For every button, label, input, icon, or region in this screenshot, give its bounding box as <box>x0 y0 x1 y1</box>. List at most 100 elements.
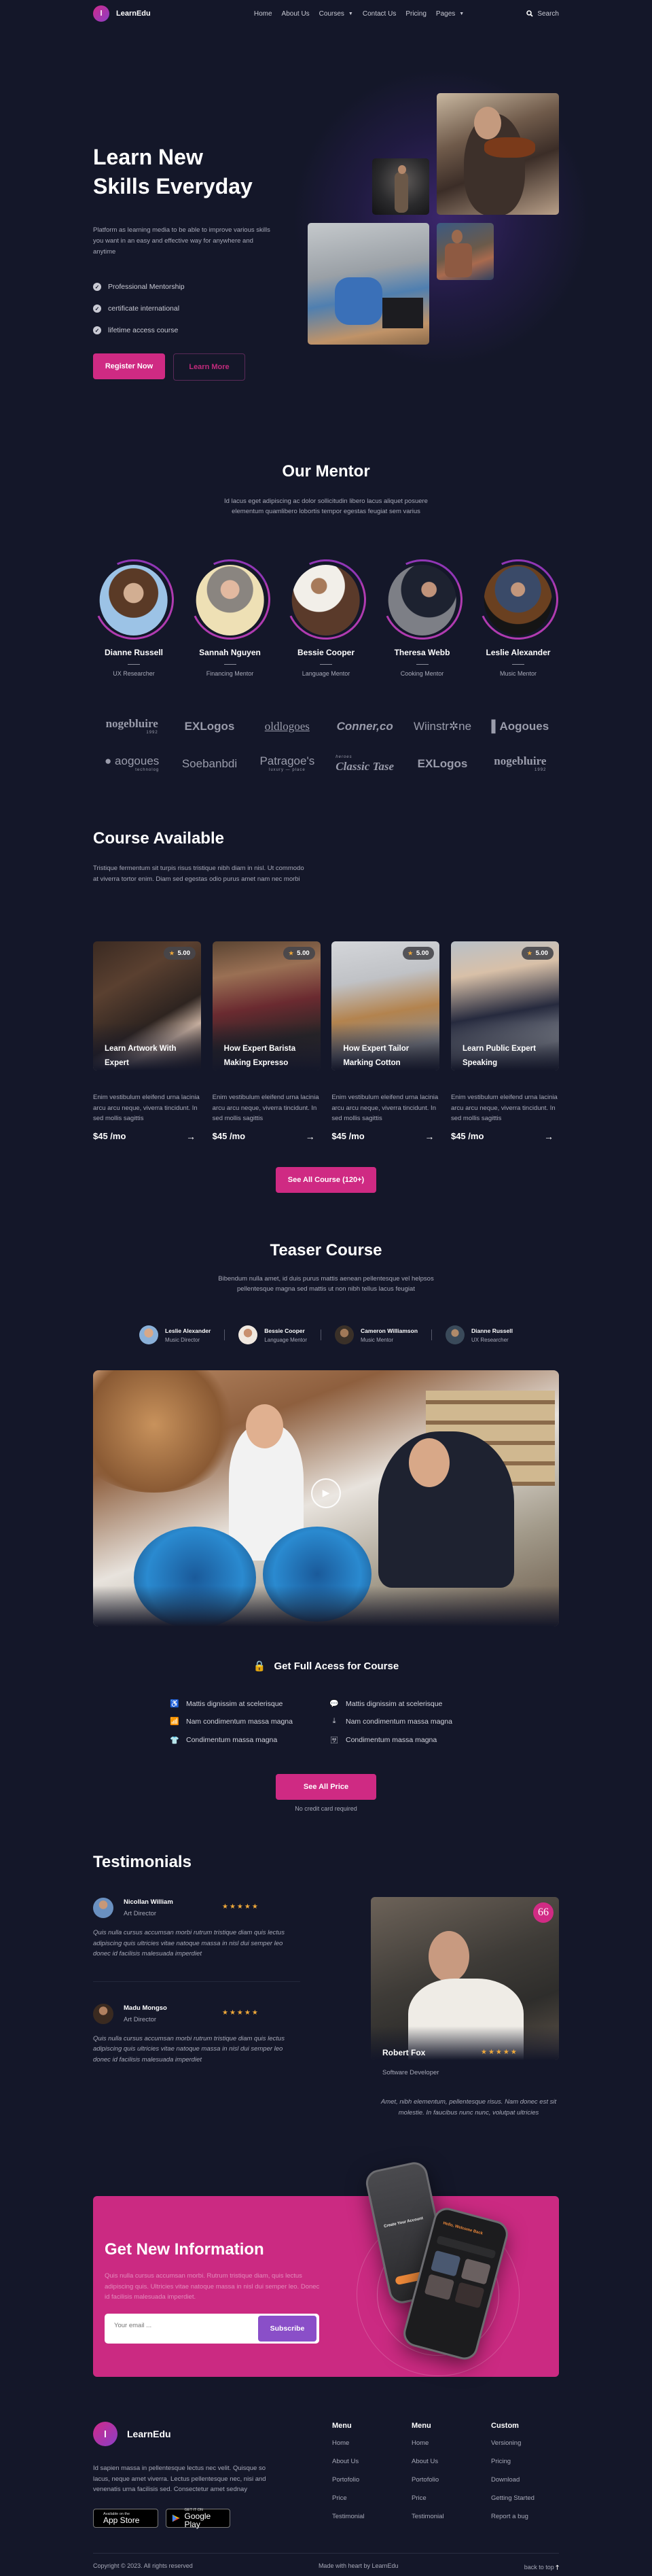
footer-link[interactable]: Testimonial <box>412 2513 444 2520</box>
hero-description: Platform as learning media to be able to… <box>93 226 270 256</box>
teaser-subtitle: Bibendum nulla amet, id duis purus matti… <box>218 1275 434 1293</box>
course-price: $45 /mo <box>212 1131 246 1141</box>
course-card[interactable]: ★ 5.00 Learn Artwork With Expert Enim ves… <box>93 941 201 1142</box>
translate-icon: 🈂 <box>330 1737 338 1745</box>
courses-subtitle: Tristique fermentum sit turpis risus tri… <box>93 865 304 883</box>
app-store-button[interactable]: Available on the App Store <box>93 2509 158 2528</box>
google-play-button[interactable]: GET IT ON Google Play <box>166 2508 230 2528</box>
check-item: ✓ certificate international <box>93 298 185 319</box>
newsletter-title: Get New Information <box>105 2240 264 2259</box>
mentor-role: Cooking Mentor <box>400 670 444 677</box>
learn-more-button[interactable]: Learn More <box>173 353 245 381</box>
partner-logo: heroes Classic Tase <box>336 755 395 773</box>
footer-column-title: Menu <box>332 2422 352 2430</box>
subscribe-button[interactable]: Subscribe <box>258 2316 316 2342</box>
mentor-card[interactable]: Dianne Russell UX Researcher <box>82 548 185 677</box>
arrow-right-icon[interactable]: → <box>186 1131 196 1142</box>
partner-logo: nogebluire 1992 <box>494 754 547 772</box>
mentor-card[interactable]: Theresa Webb Cooking Mentor <box>370 548 474 677</box>
feature-item: 👕 Condimentum massa magna <box>170 1736 278 1745</box>
nav-pricing[interactable]: Pricing <box>405 10 427 18</box>
footer-link[interactable]: Price <box>412 2494 444 2502</box>
course-image: ★ 5.00 Learn Artwork With Expert <box>93 941 201 1071</box>
email-input[interactable] <box>114 2322 236 2329</box>
teaser-section: Teaser Course Bibendum nulla amet, id du… <box>0 1241 652 1294</box>
footer-link[interactable]: Getting Started <box>491 2494 535 2502</box>
nav-courses[interactable]: Courses ▼ <box>319 10 353 18</box>
footer-link[interactable]: Portofolio <box>332 2476 365 2484</box>
search-button[interactable]: Search <box>526 10 559 18</box>
footer-link[interactable]: Portofolio <box>412 2476 444 2484</box>
back-to-top-link[interactable]: back to top 🡑 <box>524 2562 559 2573</box>
teacher-item[interactable]: Bessie Cooper Language Mentor <box>238 1325 307 1344</box>
footer-link[interactable]: Home <box>332 2439 365 2447</box>
register-now-button[interactable]: Register Now <box>93 353 165 379</box>
featured-role: Software Developer <box>382 2069 439 2076</box>
brand-name: LearnEdu <box>116 10 151 18</box>
footer-link[interactable]: Download <box>491 2476 535 2484</box>
footer-link[interactable]: Home <box>412 2439 444 2447</box>
avatar <box>238 1325 258 1344</box>
nav-home[interactable]: Home <box>254 10 272 18</box>
testimonial-item: Madu Mongso Art Director ★★★★★ Quis nulla… <box>93 2003 300 2066</box>
mentor-card[interactable]: Sannah Nguyen Financing Mentor <box>178 548 282 677</box>
footer-link[interactable]: Versioning <box>491 2439 535 2447</box>
footer-divider <box>93 2553 559 2554</box>
shirt-icon: 👕 <box>170 1736 179 1745</box>
course-card[interactable]: ★ 5.00 How Expert Tailor Marking Cotton E… <box>331 941 440 1142</box>
footer-column-custom: Custom Versioning Pricing Download Getti… <box>491 2422 535 2531</box>
logo-icon: l <box>93 2422 117 2446</box>
teacher-role: Music Director <box>165 1336 200 1343</box>
play-button[interactable]: ▶ <box>311 1478 341 1508</box>
nav-pages[interactable]: Pages ▼ <box>436 10 464 18</box>
mentor-avatar-ring <box>82 548 185 651</box>
course-card[interactable]: ★ 5.00 Learn Public Expert Speaking Enim … <box>450 941 559 1142</box>
star-icon: ★ <box>288 950 294 956</box>
mentor-avatar-ring <box>178 548 282 651</box>
teacher-item[interactable]: Dianne Russell UX Researcher <box>446 1325 513 1344</box>
footer-link[interactable]: About Us <box>332 2458 365 2465</box>
footer-link[interactable]: Price <box>332 2494 365 2502</box>
mentor-name: Theresa Webb <box>394 648 450 657</box>
teacher-item[interactable]: Leslie Alexander Music Director <box>139 1325 211 1344</box>
teacher-item[interactable]: Cameron Williamson Music Mentor <box>335 1325 418 1344</box>
teacher-role: Language Mentor <box>264 1336 308 1343</box>
mentor-avatar <box>196 564 264 636</box>
arrow-right-icon[interactable]: → <box>306 1131 315 1142</box>
course-price: $45 /mo <box>450 1131 484 1141</box>
footer-brand[interactable]: l LearnEdu <box>93 2422 171 2446</box>
avatar <box>139 1325 159 1344</box>
footer-link[interactable]: Report a bug <box>491 2513 535 2520</box>
footer-description: Id sapien massa in pellentesque lectus n… <box>93 2465 266 2493</box>
divider <box>223 664 236 665</box>
partner-logo: Conner,co <box>336 720 393 733</box>
mentor-card[interactable]: Bessie Cooper Language Mentor <box>274 548 378 677</box>
hero-title: Learn New Skills Everyday <box>93 145 253 198</box>
course-card[interactable]: ★ 5.00 How Expert Barista Making Expresso… <box>212 941 321 1142</box>
testimonial-quote: Quis nulla cursus accumsan morbi rutrum … <box>93 1929 285 1957</box>
footer-link[interactable]: About Us <box>412 2458 444 2465</box>
courses-title: Course Available <box>93 829 224 848</box>
teaser-video[interactable]: ▶ <box>93 1370 559 1626</box>
featured-testimonial-photo: 66 Robert Fox ★★★★★ <box>371 1897 559 2060</box>
see-all-price-button[interactable]: See All Price <box>276 1774 376 1800</box>
footer-link[interactable]: Pricing <box>491 2458 535 2465</box>
hero-photo-painter <box>437 223 494 280</box>
mentor-avatar-ring <box>370 548 474 651</box>
footer-link[interactable]: Testimonial <box>332 2513 365 2520</box>
arrow-right-icon[interactable]: → <box>544 1131 554 1142</box>
nav-contact[interactable]: Contact Us <box>363 10 396 18</box>
nav-about[interactable]: About Us <box>282 10 310 18</box>
brand-logo[interactable]: l LearnEdu <box>93 5 151 22</box>
teacher-list: Leslie Alexander Music Director Bessie Co… <box>0 1325 652 1344</box>
rating-badge: ★ 5.00 <box>522 947 554 960</box>
course-description: Enim vestibulum eleifend urna lacinia ar… <box>331 1094 439 1122</box>
teacher-name: Bessie Cooper <box>264 1327 305 1334</box>
mentor-role: Music Mentor <box>499 670 537 677</box>
feature-list: ♿ Mattis dignissim at scelerisque 💬 Mattis… <box>0 1699 652 1745</box>
rating-badge: ★ 5.00 <box>283 947 315 960</box>
see-all-course-button[interactable]: See All Course (120+) <box>276 1167 376 1193</box>
arrow-right-icon[interactable]: → <box>424 1131 434 1142</box>
mentor-card[interactable]: Leslie Alexander Music Mentor <box>467 548 570 677</box>
mentor-name: Leslie Alexander <box>486 648 551 657</box>
